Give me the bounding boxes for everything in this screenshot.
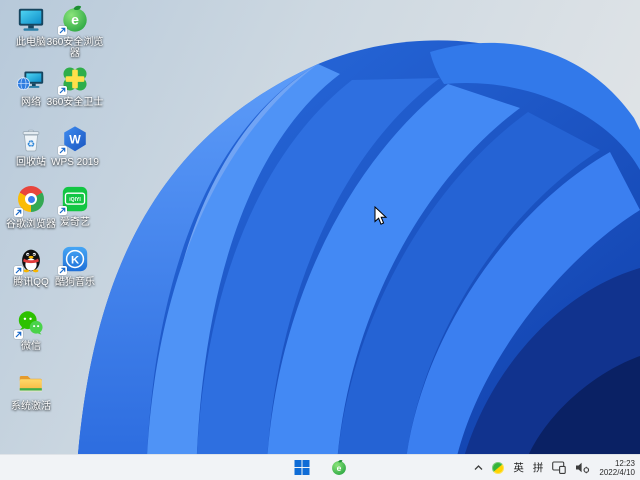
mouse-cursor: [374, 206, 388, 225]
chrome-icon: [14, 186, 46, 217]
desktop-icon-label: 酷狗音乐: [55, 277, 95, 288]
clock[interactable]: 12:23 2022/4/10: [599, 459, 637, 477]
svg-text:K: K: [71, 254, 80, 266]
shortcut-arrow-icon: [14, 208, 23, 217]
display-connect-tray-button[interactable]: [552, 461, 567, 474]
recycle-bin-icon: ♻: [16, 124, 46, 154]
shortcut-arrow-icon: [58, 26, 67, 35]
volume-settings-icon: [576, 462, 590, 474]
desktop-icon-iqiyi[interactable]: iQIYI 爱奇艺: [46, 184, 104, 228]
iqiyi-icon: iQIYI: [58, 184, 90, 215]
taskbar: e 英 拼 12:23 2022/4/10: [0, 454, 640, 480]
desktop-icon-label: 系统激活: [11, 401, 51, 412]
hidden-icons-chevron[interactable]: [474, 464, 483, 471]
desktop-icon-kugou[interactable]: K 酷狗音乐: [46, 244, 104, 288]
svg-text:iQIYI: iQIYI: [69, 197, 81, 203]
shortcut-arrow-icon: [58, 206, 67, 215]
taskbar-center-icons: e: [290, 455, 351, 480]
desktop: 此电脑 网络 ♻ 回收站 谷歌浏览器 腾讯QQ 微信 系统激活 e 360安全浏…: [0, 0, 640, 480]
display-connect-icon: [552, 461, 567, 474]
desktop-icon-label: 360安全浏览器: [46, 37, 104, 59]
svg-text:e: e: [71, 12, 79, 28]
svg-text:e: e: [336, 463, 341, 473]
windows-logo-icon: [294, 460, 309, 475]
start-button[interactable]: [290, 457, 314, 479]
shortcut-arrow-icon: [14, 266, 23, 275]
360-browser-e-icon: e: [331, 459, 346, 475]
shortcut-arrow-icon: [58, 266, 67, 275]
desktop-icon-label: WPS 2019: [51, 157, 99, 168]
clock-date: 2022/4/10: [599, 467, 635, 477]
desktop-icon-wechat[interactable]: 微信: [2, 308, 60, 352]
wps-icon: W: [58, 124, 90, 155]
360-safety-guard-icon: [58, 64, 90, 95]
shortcut-arrow-icon: [14, 330, 23, 339]
clock-time: 12:23: [614, 458, 635, 468]
desktop-icon-wps[interactable]: W WPS 2019: [46, 124, 104, 168]
ime-mode-indicator[interactable]: 拼: [533, 460, 544, 475]
desktop-icon-360-browser[interactable]: e 360安全浏览器: [46, 4, 104, 59]
ime-language-indicator[interactable]: 英: [513, 460, 524, 475]
svg-text:W: W: [69, 133, 81, 147]
desktop-icon-label: 360安全卫士: [46, 97, 104, 108]
folder-icon: [16, 368, 46, 398]
chevron-up-icon: [474, 465, 483, 470]
360-browser-icon: e: [58, 4, 90, 35]
shortcut-arrow-icon: [58, 146, 67, 155]
desktop-icon-label: 微信: [21, 341, 41, 352]
qq-penguin-icon: [14, 244, 46, 275]
kugou-music-icon: K: [58, 244, 90, 275]
wechat-icon: [14, 308, 46, 339]
desktop-icon-activation-folder[interactable]: 系统激活: [2, 368, 60, 412]
this-pc-icon: [16, 4, 46, 34]
360-tray-icon[interactable]: [492, 461, 505, 474]
shortcut-arrow-icon: [58, 86, 67, 95]
desktop-icon-360-safe[interactable]: 360安全卫士: [46, 64, 104, 108]
svg-text:♻: ♻: [27, 139, 35, 149]
system-tray: 英 拼 12:23 2022/4/10: [474, 455, 637, 480]
network-icon: [16, 64, 46, 94]
taskbar-360-browser-button[interactable]: e: [327, 457, 351, 479]
volume-settings-tray-button[interactable]: [575, 461, 590, 474]
desktop-icon-label: 爱奇艺: [60, 217, 90, 228]
